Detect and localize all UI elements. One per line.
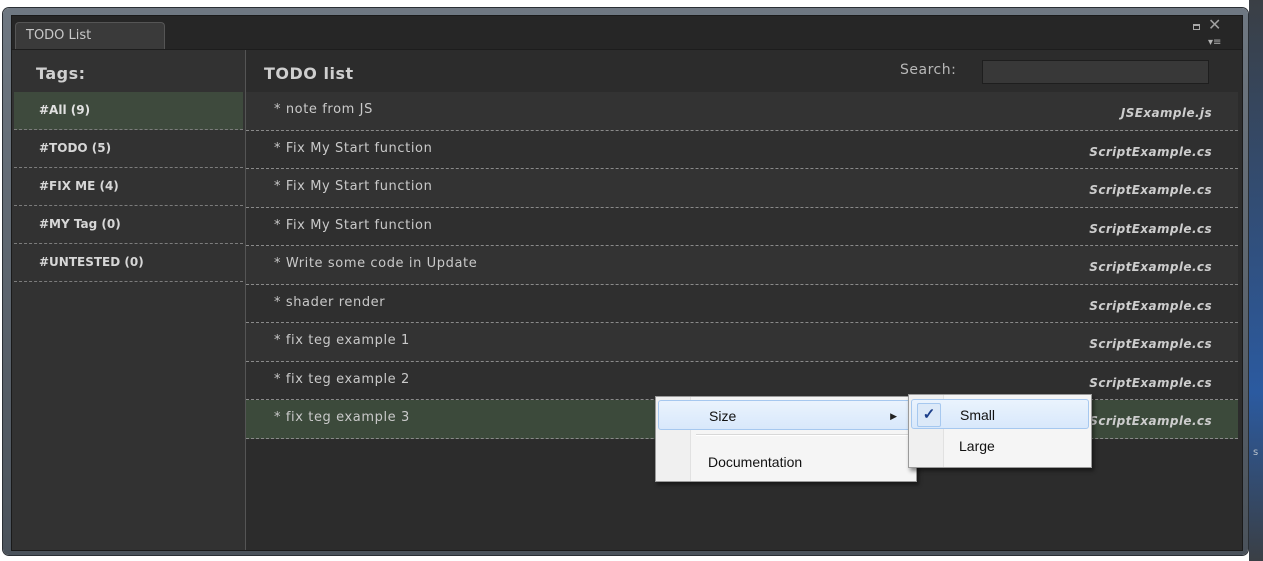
todo-file-link[interactable]: ScriptExample.cs xyxy=(1089,299,1212,313)
tag-item-todo[interactable]: #TODO (5) xyxy=(14,130,243,168)
todo-text: * fix teg example 1 xyxy=(274,333,410,348)
todo-text: * Fix My Start function xyxy=(274,217,433,233)
todo-row[interactable]: * fix teg example 1 ScriptExample.cs xyxy=(246,323,1238,362)
todo-text: * fix teg example 3 xyxy=(274,410,410,425)
todo-list-title: TODO list xyxy=(264,64,354,83)
submenu-arrow-icon: ▶ xyxy=(890,411,897,421)
submenu-item-large[interactable]: Large xyxy=(911,435,1089,465)
todo-text: * Fix My Start function xyxy=(274,179,433,194)
todo-row[interactable]: * note from JS JSExample.js xyxy=(246,92,1238,131)
todo-file-link[interactable]: ScriptExample.cs xyxy=(1089,183,1212,197)
tags-pane: Tags: #All (9) #TODO (5) #FIX ME (4) #MY… xyxy=(12,50,246,550)
tag-item-untested[interactable]: #UNTESTED (0) xyxy=(14,244,243,282)
todo-row[interactable]: * shader render ScriptExample.cs xyxy=(246,284,1238,323)
todo-row[interactable]: * Fix My Start function ScriptExample.cs xyxy=(246,207,1238,246)
tab-bar: TODO List ✕ ▾≡ xyxy=(12,16,1242,50)
check-icon: ✓ xyxy=(917,403,941,427)
todo-text: * note from JS xyxy=(274,102,373,117)
todo-text: * Write some code in Update xyxy=(274,256,478,271)
todo-file-link[interactable]: ScriptExample.cs xyxy=(1089,337,1212,351)
todo-file-link[interactable]: JSExample.js xyxy=(1121,106,1212,120)
todo-row[interactable]: * Write some code in Update ScriptExampl… xyxy=(246,246,1238,285)
submenu-item-small[interactable]: ✓ Small xyxy=(911,399,1089,429)
menu-separator xyxy=(696,434,910,436)
menu-item-size[interactable]: Size ▶ xyxy=(658,400,914,430)
todo-row[interactable]: * Fix My Start function ScriptExample.cs xyxy=(246,130,1238,169)
search-label: Search: xyxy=(900,62,957,78)
menu-item-size-label: Size xyxy=(709,408,737,424)
todo-file-link[interactable]: ScriptExample.cs xyxy=(1089,145,1212,159)
context-menu: Size ▶ Documentation xyxy=(655,396,917,482)
background-window-edge: s xyxy=(1249,0,1263,561)
menu-item-documentation[interactable]: Documentation xyxy=(658,447,914,477)
close-icon[interactable]: ✕ xyxy=(1208,17,1221,33)
submenu-item-large-label: Large xyxy=(959,438,995,454)
menu-item-documentation-label: Documentation xyxy=(708,454,803,470)
todo-window-frame: TODO List ✕ ▾≡ Tags: #All (9) #TODO (5) … xyxy=(3,8,1248,555)
todo-file-link[interactable]: ScriptExample.cs xyxy=(1089,376,1212,390)
todo-text: * fix teg example 2 xyxy=(274,371,410,387)
tag-item-all[interactable]: #All (9) xyxy=(14,92,243,130)
size-submenu: ✓ Small Large xyxy=(908,394,1092,468)
search-input[interactable] xyxy=(982,60,1209,84)
tag-item-my-tag[interactable]: #MY Tag (0) xyxy=(14,206,243,244)
todo-file-link[interactable]: ScriptExample.cs xyxy=(1089,222,1212,236)
todo-file-link[interactable]: ScriptExample.cs xyxy=(1089,260,1212,274)
todo-text: * Fix My Start function xyxy=(274,140,433,156)
todo-file-link[interactable]: ScriptExample.cs xyxy=(1089,414,1212,428)
todo-text: * shader render xyxy=(274,294,386,310)
options-menu-icon[interactable]: ▾≡ xyxy=(1208,37,1221,49)
submenu-item-small-label: Small xyxy=(960,407,996,423)
todo-list: * note from JS JSExample.js * Fix My Sta… xyxy=(246,92,1242,439)
tag-item-fix-me[interactable]: #FIX ME (4) xyxy=(14,168,243,206)
maximize-icon[interactable] xyxy=(1193,24,1200,30)
edge-letter: s xyxy=(1253,447,1259,458)
todo-row[interactable]: * Fix My Start function ScriptExample.cs xyxy=(246,169,1238,208)
tab-todo-list[interactable]: TODO List xyxy=(15,22,165,49)
tag-list: #All (9) #TODO (5) #FIX ME (4) #MY Tag (… xyxy=(12,92,245,282)
todo-window: TODO List ✕ ▾≡ Tags: #All (9) #TODO (5) … xyxy=(11,15,1243,551)
tags-title: Tags: xyxy=(36,64,86,83)
